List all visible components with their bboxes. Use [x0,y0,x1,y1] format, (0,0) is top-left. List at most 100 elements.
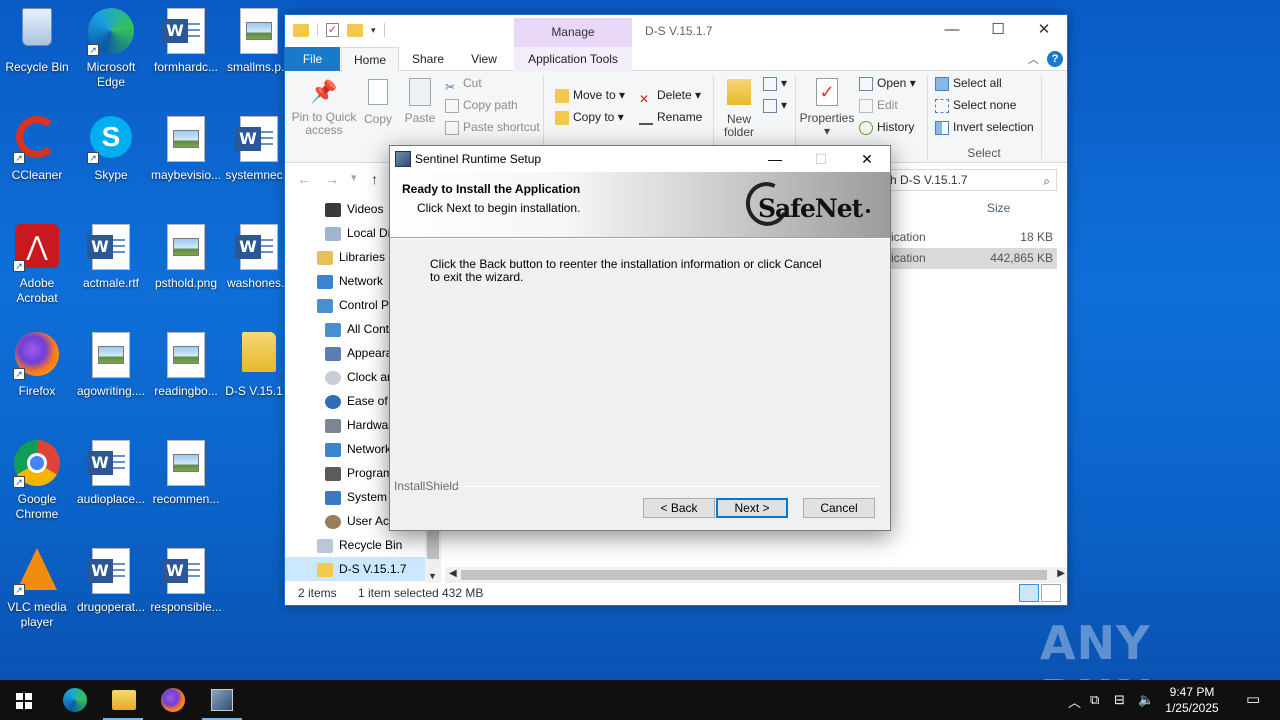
control-panel-icon [325,322,341,337]
taskbar-setup[interactable] [198,680,246,720]
taskbar-file-explorer[interactable] [99,680,147,720]
close-button[interactable]: ✕ [1021,15,1067,47]
nav-item-ds-folder[interactable]: D-S V.15.1.7 [285,557,441,581]
select-all-button[interactable]: Select all [935,73,1002,93]
show-hidden-icons-chevron-icon[interactable]: ︿ [1068,692,1081,711]
desktop-icon-actmale[interactable]: W actmale.rtf [74,220,148,291]
user-accounts-icon [325,514,341,529]
selection-size: 432 MB [442,586,484,600]
paste-shortcut-button[interactable]: Paste shortcut [445,117,540,137]
taskbar-firefox[interactable] [148,680,196,720]
desktop-icon-formhardc[interactable]: W formhardc... [149,4,223,75]
scroll-left-icon[interactable]: ◀ [449,568,457,579]
open-button[interactable]: Open ▾ [859,73,916,93]
desktop-icon-firefox[interactable]: ↗ Firefox [0,328,74,399]
easy-access-button[interactable]: ▾ [763,95,787,115]
manage-contextual-tab[interactable]: Manage [514,18,632,47]
invert-selection-button[interactable]: Invert selection [935,117,1034,137]
file-row[interactable]: ication 18 KB [885,227,1057,248]
collapse-ribbon-icon[interactable]: ︿ [1028,51,1039,67]
tab-share[interactable]: Share [405,47,451,71]
desktop-icon-readingbo[interactable]: readingbo... [149,328,223,399]
desktop-icon-audioplace[interactable]: W audioplace... [74,436,148,507]
start-button[interactable] [0,680,48,720]
desktop-icon-vlc[interactable]: ↗ VLC media player [0,544,74,630]
next-button[interactable]: Next > [716,498,788,518]
safenet-logo-text: SafeNet [758,194,863,223]
history-button[interactable]: History [859,117,914,137]
search-input[interactable]: h D-S V.15.1.7 ⌕ [885,169,1057,191]
new-folder-button[interactable]: New folder [717,77,761,139]
nav-item-recycle-bin[interactable]: Recycle Bin [285,533,441,557]
forward-arrow-icon[interactable]: → [325,171,339,187]
column-header-size[interactable]: Size [987,201,1010,215]
hardware-icon [325,418,341,433]
properties-qat-icon[interactable]: ✓ [326,23,339,37]
setup-instructions: Click the Back button to reenter the ins… [430,257,822,284]
edit-button[interactable]: Edit [859,95,898,115]
taskbar-edge[interactable] [50,680,98,720]
tab-file[interactable]: File [285,47,340,71]
back-button[interactable]: < Back [643,498,715,518]
desktop-icon-ccleaner[interactable]: ↗ CCleaner [0,112,74,183]
desktop-icon-microsoft-edge[interactable]: ↗ Microsoft Edge [74,4,148,90]
system-icon [325,490,341,505]
copy-path-button[interactable]: Copy path [445,95,518,115]
delete-x-icon: ✕ [639,91,650,106]
desktop-icon-agowriting[interactable]: agowriting.... [74,328,148,399]
properties-button[interactable]: ✓ Properties ▾ [799,77,855,138]
rename-button[interactable]: Rename [639,107,702,127]
cut-button[interactable]: ✂ Cut [445,73,482,94]
cancel-button[interactable]: Cancel [803,498,875,518]
desktop-icon-drugoperat[interactable]: W drugoperat... [74,544,148,615]
copy-button[interactable]: Copy [359,77,397,126]
file-row-selected[interactable]: ication 442,865 KB [885,248,1057,269]
new-folder-qat-icon[interactable] [347,23,363,37]
move-to-button[interactable]: Move to ▾ [555,85,625,105]
setup-heading: Ready to Install the Application [402,182,581,196]
desktop-icon-maybevisio[interactable]: maybevisio... [149,112,223,183]
help-icon[interactable]: ? [1047,51,1063,67]
hscroll-thumb[interactable] [461,570,1047,580]
customize-qat-icon[interactable]: ▾ [371,25,376,36]
back-arrow-icon[interactable]: ← [297,171,311,187]
desktop-icon-adobe-acrobat[interactable]: ⋀ ↗ Adobe Acrobat [0,220,74,306]
desktop-icon-responsible[interactable]: W responsible... [149,544,223,615]
maximize-button[interactable]: ☐ [975,15,1021,47]
minimize-button[interactable]: — [929,15,975,47]
network-icon[interactable]: ⊟ [1114,692,1125,708]
image-file-icon [162,116,210,164]
device-icon[interactable]: ⧉ [1090,692,1099,708]
window-title: D-S V.15.1.7 [645,24,713,38]
copy-to-button[interactable]: Copy to ▾ [555,107,624,127]
clock-icon [325,370,341,385]
dialog-close-button[interactable]: ✕ [844,146,890,172]
new-item-button[interactable]: ▾ [763,73,787,93]
clock[interactable]: 9:47 PM 1/25/2025 [1162,684,1222,716]
select-none-button[interactable]: Select none [935,95,1016,115]
desktop-icon-google-chrome[interactable]: ↗ Google Chrome [0,436,74,522]
desktop-icon-skype[interactable]: S ↗ Skype [74,112,148,183]
recent-dropdown-icon[interactable]: ▾ [351,171,357,184]
safenet-logo: SafeNet [739,176,870,232]
dialog-minimize-button[interactable]: — [752,146,798,172]
volume-icon[interactable]: 🔈 [1138,692,1154,708]
up-arrow-icon[interactable]: ↑ [371,171,378,187]
tab-view[interactable]: View [461,47,507,71]
delete-button[interactable]: ✕ Delete ▾ [639,85,701,106]
tab-home[interactable]: Home [341,47,399,72]
large-icons-view-icon[interactable] [1041,584,1061,602]
pin-quick-access-button[interactable]: 📌 Pin to Quick access [289,77,359,137]
scroll-right-icon[interactable]: ▶ [1057,568,1065,579]
desktop-icon-recycle-bin[interactable]: Recycle Bin [0,4,74,75]
ccleaner-icon: ↗ [13,116,61,164]
details-view-icon[interactable] [1019,584,1039,602]
scroll-down-icon[interactable]: ▼ [428,571,437,581]
tab-application-tools[interactable]: Application Tools [514,47,632,71]
desktop-icon-psthold[interactable]: psthold.png [149,220,223,291]
notifications-icon[interactable]: ▭ [1246,690,1260,708]
word-document-icon: W [235,116,283,164]
paste-icon [405,78,435,108]
desktop-icon-recommen[interactable]: recommen... [149,436,223,507]
paste-button[interactable]: Paste [401,77,439,125]
